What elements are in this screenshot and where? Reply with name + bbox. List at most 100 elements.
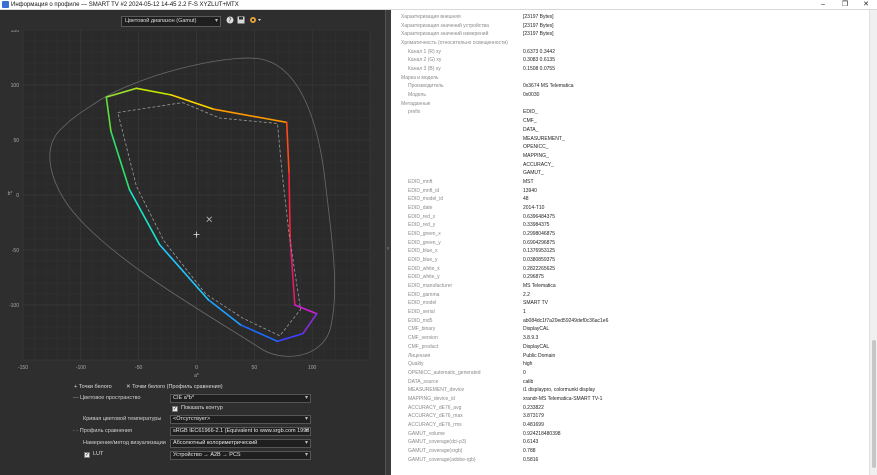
lut-select[interactable]: Устройство → A2B → PCS ▾: [170, 451, 311, 460]
property-row[interactable]: Марка и модель: [391, 74, 869, 83]
property-value: 0.0380859375: [523, 257, 555, 264]
property-row[interactable]: MAPPING_device_id xrandr-MS Telematica-SM…: [391, 395, 869, 404]
app-icon: [2, 1, 9, 8]
property-value: ab084dc1f7a20ed59249def0c36ac1e6: [523, 317, 609, 324]
x-tick-label: -150: [18, 365, 28, 371]
property-row[interactable]: MEASUREMENT_device i1 displaypro, colormu…: [391, 386, 869, 395]
property-row[interactable]: Характеризация внешняя [23197 Bytes]: [391, 13, 869, 22]
property-row[interactable]: ACCURACY_: [391, 161, 869, 170]
property-row[interactable]: Модель 0x0030: [391, 91, 869, 100]
property-key: EDID_blue_y: [408, 257, 438, 264]
property-row[interactable]: EDID_white_y 0.296875: [391, 273, 869, 282]
property-row[interactable]: OPENICC_: [391, 143, 869, 152]
property-value: DisplayCAL: [523, 326, 550, 333]
show-outline-checkbox[interactable]: ✓: [172, 406, 178, 412]
property-row[interactable]: Характеризация значений устройства [23197…: [391, 22, 869, 31]
property-row[interactable]: EDID_blue_y 0.0380859375: [391, 256, 869, 265]
property-row[interactable]: EDID_white_x 0.2822265625: [391, 265, 869, 274]
property-row[interactable]: EDID_green_x 0.2998046875: [391, 230, 869, 239]
property-row[interactable]: EDID_red_y 0.33984375: [391, 221, 869, 230]
property-row[interactable]: CMF_product DisplayCAL: [391, 343, 869, 352]
intent-select[interactable]: Абсолютный колориметрический ▾: [170, 439, 311, 448]
property-row[interactable]: EDID_mnft_id 13940: [391, 187, 869, 196]
view-select[interactable]: Цветовой диапазон (Gamut) ▾: [121, 16, 221, 27]
property-row[interactable]: Канал 1 (R) xy 0.6373 0.3442: [391, 48, 869, 57]
gamut-pane: Цветовой диапазон (Gamut) ▾ ? -150 -100 -5…: [0, 10, 385, 475]
view-select-value: Цветовой диапазон (Gamut): [125, 18, 197, 24]
property-value: calib: [523, 378, 534, 385]
property-row[interactable]: OPENICC_automatic_generated 0: [391, 369, 869, 378]
property-row[interactable]: GAMUT_volume 0.924218480398: [391, 430, 869, 439]
property-row[interactable]: Лицензия Public Domain: [391, 352, 869, 361]
property-row[interactable]: ACCURACY_dE76_rms 0.481699: [391, 421, 869, 430]
property-value: SMART TV: [523, 300, 549, 307]
color-space-select[interactable]: CIE a*b* ▾: [170, 394, 311, 403]
properties-scrollbar[interactable]: [869, 10, 877, 475]
property-row[interactable]: MEASUREMENT_: [391, 135, 869, 144]
property-value: MAPPING_: [523, 152, 549, 159]
property-row[interactable]: EDID_model SMART TV: [391, 299, 869, 308]
property-row[interactable]: EDID_model_id 48: [391, 195, 869, 204]
property-value: DATA_: [523, 126, 539, 133]
property-row[interactable]: EDID_red_x 0.6396484375: [391, 213, 869, 222]
property-row[interactable]: EDID_green_y 0.6904296875: [391, 239, 869, 248]
property-row[interactable]: CMF_binary DisplayCAL: [391, 325, 869, 334]
property-row[interactable]: EDID_serial 1: [391, 308, 869, 317]
property-row[interactable]: GAMUT_: [391, 169, 869, 178]
property-row[interactable]: EDID_blue_x 0.1376953125: [391, 247, 869, 256]
close-button[interactable]: ✕: [855, 0, 877, 10]
chevron-down-icon: ▾: [304, 428, 308, 434]
minimize-button[interactable]: –: [812, 0, 834, 10]
property-row[interactable]: GAMUT_coverage(adobe-rgb) 0.5816: [391, 456, 869, 465]
property-key: EDID_blue_x: [408, 248, 438, 255]
property-row[interactable]: EDID_mnft MST: [391, 178, 869, 187]
property-key: EDID_md5: [408, 317, 433, 324]
property-row[interactable]: Метаданные: [391, 100, 869, 109]
whitepoint-comparison-label: Точки белого (Профиль сравнения): [132, 384, 223, 390]
cross-icon: ✕: [126, 384, 131, 390]
property-value: 2014-T10: [523, 204, 545, 211]
gamut-plot[interactable]: -150 -100 -50 0 50 100 150 100 50 0 -50 -100 a* b*: [0, 30, 385, 380]
property-row[interactable]: Производитель 0x3674 MS Telematica: [391, 82, 869, 91]
maximize-button[interactable]: ❐: [834, 0, 856, 10]
property-value: 0: [523, 369, 526, 376]
help-icon[interactable]: ?: [225, 16, 234, 26]
property-row[interactable]: MAPPING_: [391, 152, 869, 161]
property-row[interactable]: EDID_md5 ab084dc1f7a20ed59249def0c36ac1e6: [391, 317, 869, 326]
property-row[interactable]: Характеризация значений измерений [23197 …: [391, 30, 869, 39]
property-row[interactable]: CMF_version 3.8.9.3: [391, 334, 869, 343]
comparison-profile-select[interactable]: sRGB IEC61966-2.1 (Equivalent to www.srg…: [170, 427, 311, 436]
temp-curve-select[interactable]: <Отсутствует> ▾: [170, 415, 311, 424]
property-row[interactable]: prefix EDID_: [391, 108, 869, 117]
property-row[interactable]: GAMUT_coverage(srgb) 0.788: [391, 447, 869, 456]
chevron-down-icon: ▾: [304, 440, 308, 446]
property-row[interactable]: Хроматичность (относительно освещенности…: [391, 39, 869, 48]
property-key: Марка и модель: [401, 74, 439, 81]
comparison-profile-value: sRGB IEC61966-2.1 (Equivalent to www.srg…: [173, 428, 310, 434]
property-row[interactable]: EDID_manufacturer MS Telematica: [391, 282, 869, 291]
save-icon[interactable]: [236, 16, 245, 26]
property-row[interactable]: CMF_: [391, 117, 869, 126]
property-row[interactable]: EDID_date 2014-T10: [391, 204, 869, 213]
property-key: Характеризация значений устройства: [401, 22, 489, 29]
whitepoint-legend: + Точки белого: [74, 384, 112, 390]
property-value: 3.873179: [523, 413, 544, 420]
property-row[interactable]: Канал 3 (B) xy 0.1508 0.0755: [391, 65, 869, 74]
property-row[interactable]: Канал 2 (G) xy 0.3083 0.6135: [391, 56, 869, 65]
splitter-grip-icon: ‹: [387, 246, 389, 252]
property-row[interactable]: GAMUT_coverage(dci-p3) 0.6143: [391, 438, 869, 447]
property-row[interactable]: ACCURACY_dE76_max 3.873179: [391, 412, 869, 421]
property-key: EDID_gamma: [408, 291, 440, 298]
temp-curve-label: Кривая цветовой температуры: [83, 416, 162, 422]
y-tick-label: 0: [16, 193, 19, 199]
settings-icon[interactable]: [248, 16, 262, 26]
property-row[interactable]: ACCURACY_dE76_avg 0.233822: [391, 404, 869, 413]
property-row[interactable]: Quality high: [391, 360, 869, 369]
property-row[interactable]: DATA_source calib: [391, 378, 869, 387]
property-row[interactable]: DATA_: [391, 126, 869, 135]
scrollbar-thumb[interactable]: [872, 340, 876, 468]
property-row[interactable]: EDID_gamma 2.2: [391, 291, 869, 300]
property-key: Лицензия: [408, 352, 431, 359]
property-key: Канал 2 (G) xy: [408, 57, 442, 64]
lut-checkbox[interactable]: ✓: [84, 452, 90, 458]
